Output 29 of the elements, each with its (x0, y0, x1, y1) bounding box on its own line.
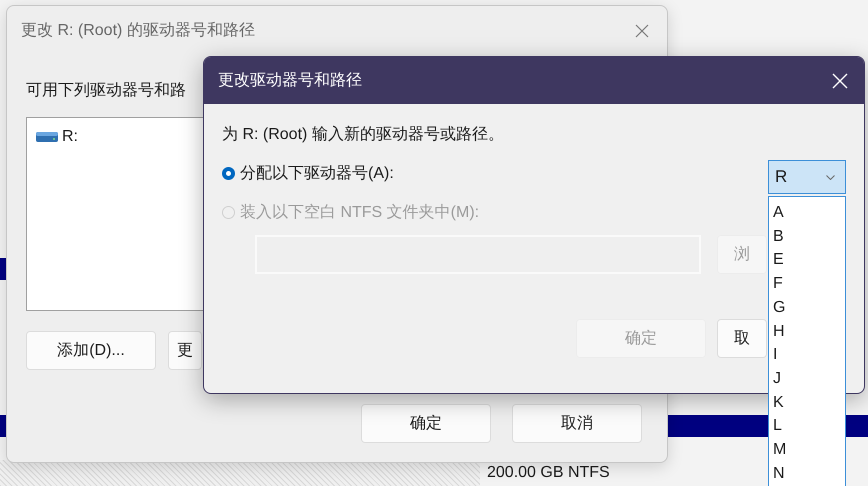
dropdown-option[interactable]: L (773, 414, 845, 438)
dropdown-option[interactable]: J (773, 366, 845, 391)
dialog-button[interactable]: 更 (168, 331, 202, 370)
radio-label: 分配以下驱动器号(A): (240, 164, 394, 184)
radio-button[interactable] (222, 167, 235, 180)
prompt-text: 为 R: (Root) 输入新的驱动器号或路径。 (222, 124, 505, 145)
volume-info: 200.00 GB NTFS (487, 464, 610, 482)
dropdown-option[interactable]: I (773, 343, 845, 367)
dropdown-option[interactable]: E (773, 248, 845, 272)
list-item[interactable]: R: (62, 128, 78, 146)
chevron-icon (826, 174, 835, 180)
drive-letter-dropdown[interactable]: R (768, 160, 846, 194)
radio-label: 装入以下空白 NTFS 文件夹中(M): (240, 202, 480, 223)
dropdown-option[interactable]: H (773, 320, 845, 344)
dropdown-option[interactable]: M (773, 438, 845, 462)
window-title: 更改驱动器号和路径 (218, 70, 362, 91)
dropdown-option[interactable]: F (773, 272, 845, 296)
dialog-button[interactable]: 取 (717, 319, 767, 358)
dialog-button[interactable]: 确定 (361, 404, 491, 443)
dropdown-option[interactable]: G (773, 296, 845, 320)
window-title: 更改 R: (Root) 的驱动器号和路径 (21, 20, 255, 41)
dropdown-option[interactable]: B (773, 224, 845, 248)
dropdown-option[interactable]: A (773, 201, 845, 225)
dropdown-option[interactable]: N (773, 462, 845, 486)
dropdown-option[interactable]: K (773, 390, 845, 414)
dialog-button[interactable]: 添加(D)... (26, 331, 156, 370)
dialog-button[interactable]: 取消 (512, 404, 642, 443)
drive-icon (36, 132, 58, 142)
list-label: 可用下列驱动器号和路 (26, 80, 186, 101)
